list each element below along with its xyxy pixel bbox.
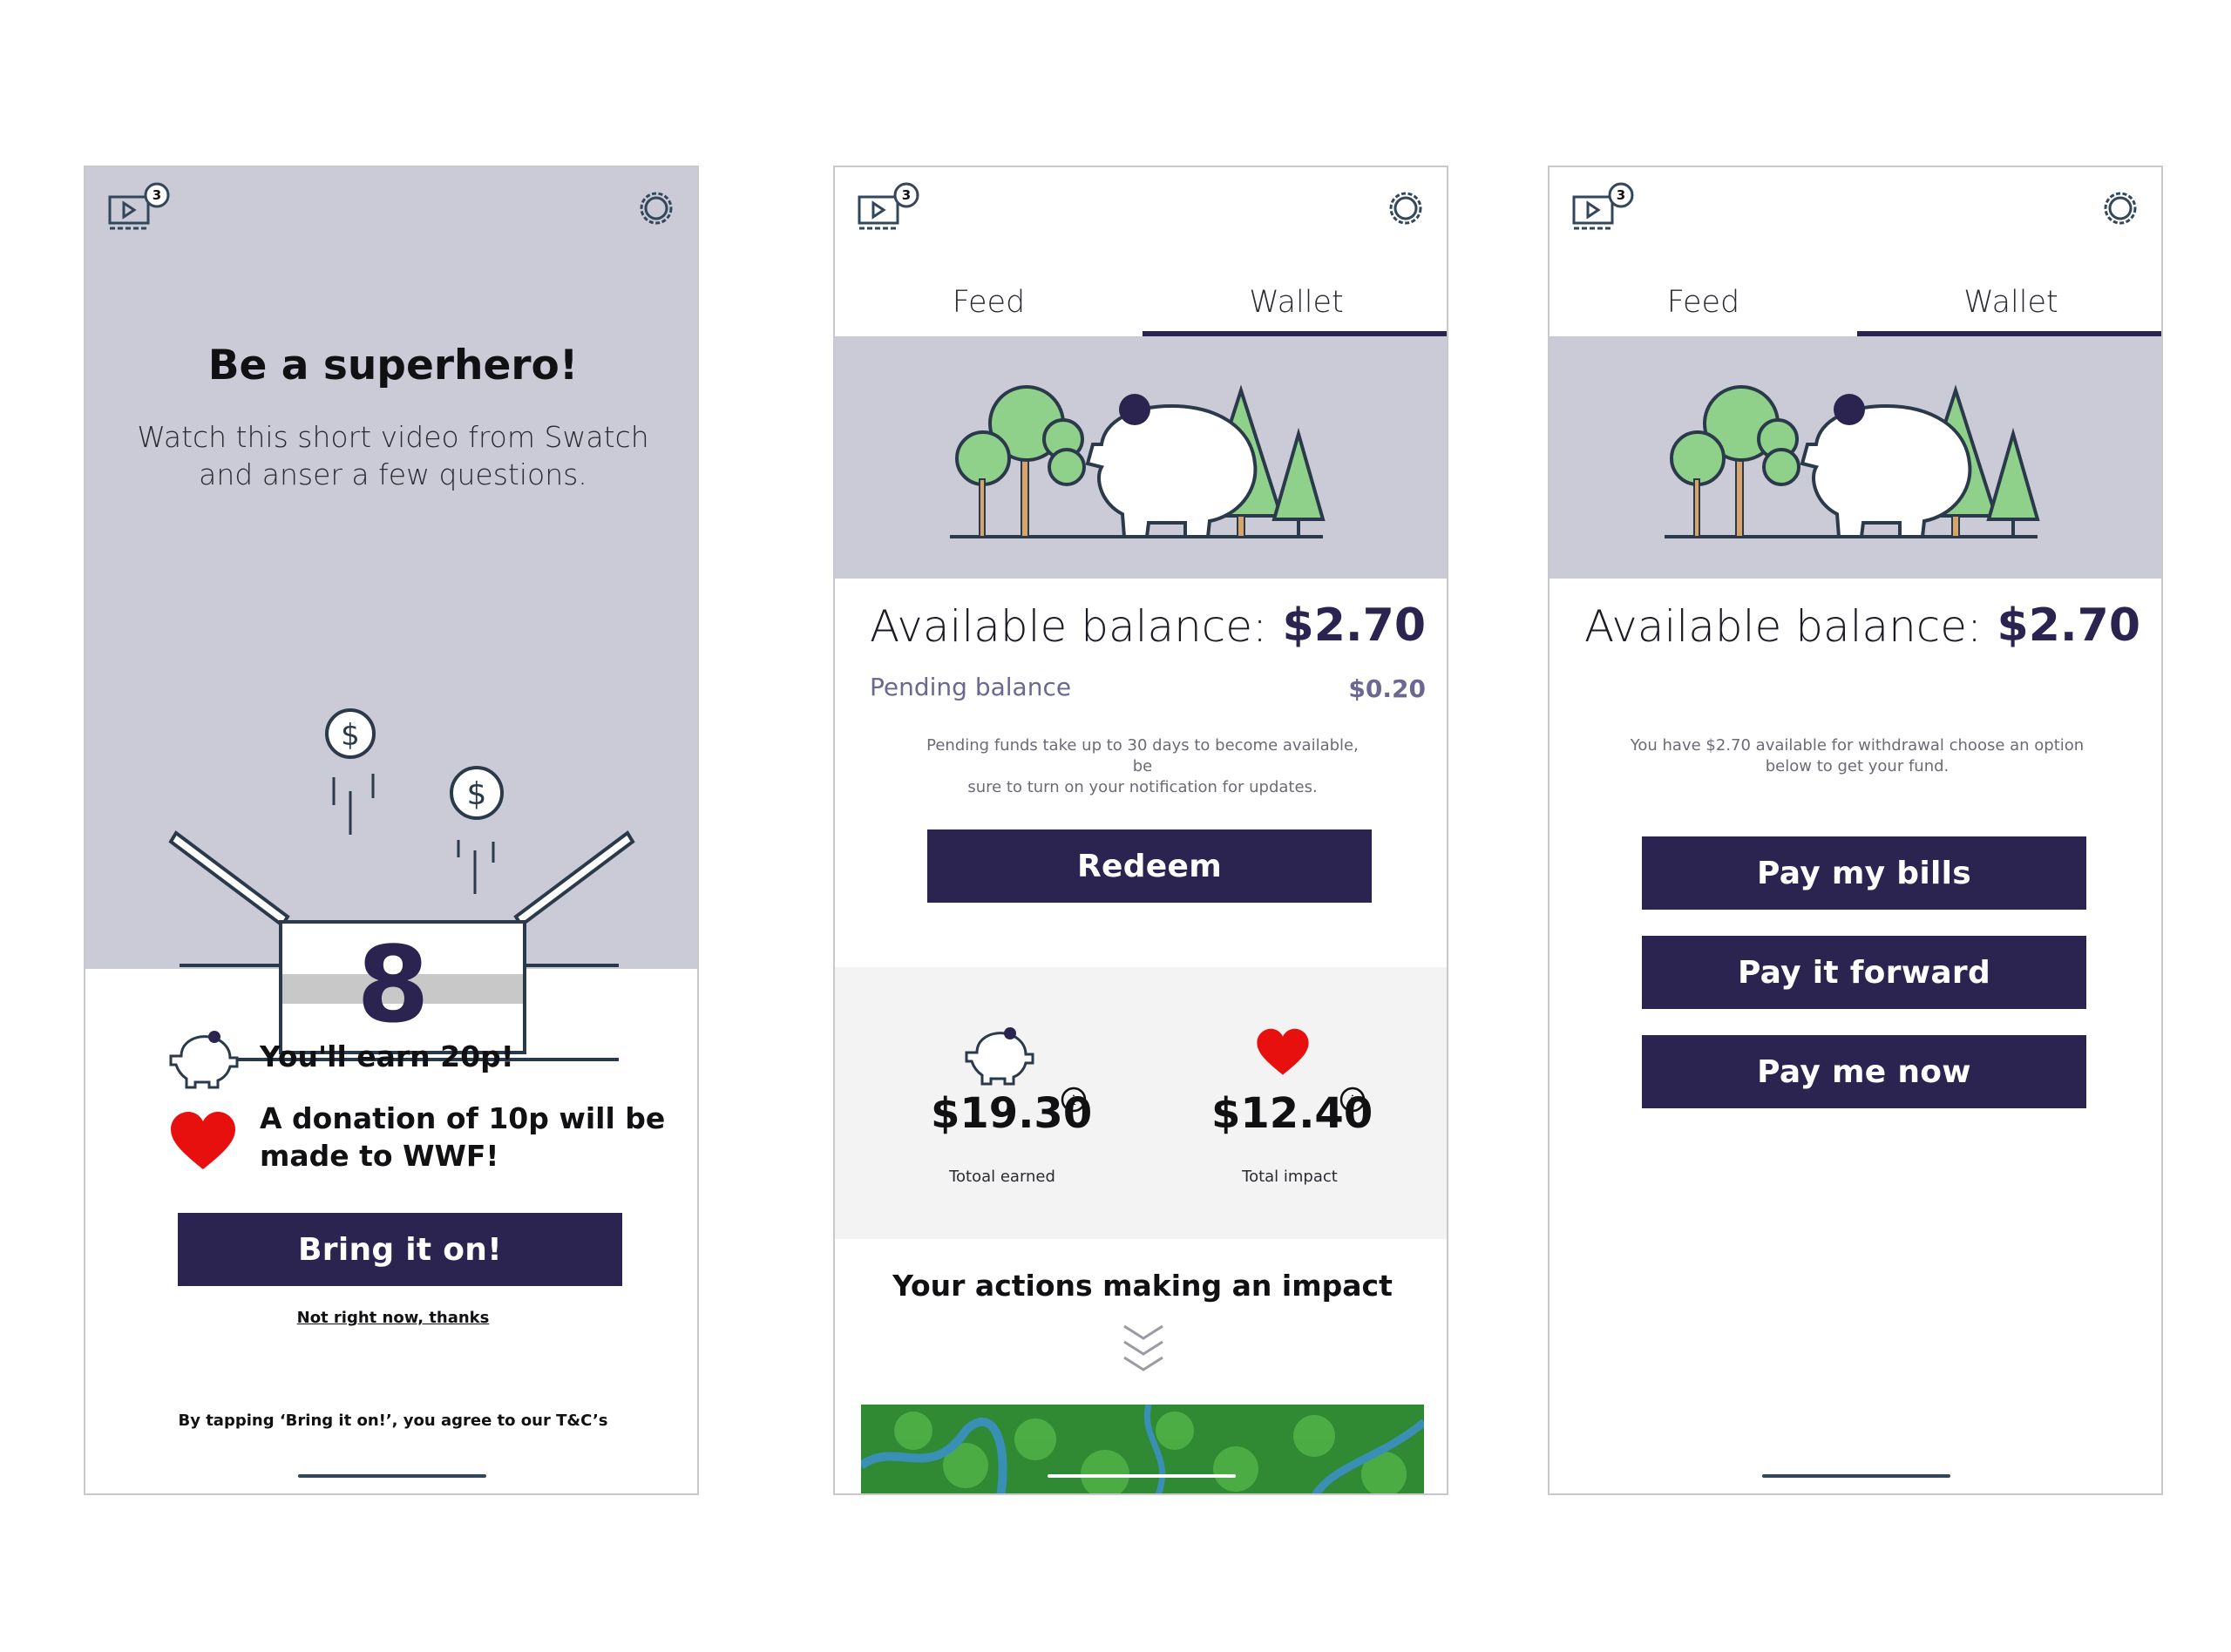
donation-line: A donation of 10p will be (260, 1101, 666, 1135)
gear-icon[interactable] (1386, 188, 1426, 232)
available-balance-value: $2.70 (1997, 599, 2140, 652)
earn-row: You'll earn 20p! (164, 1021, 514, 1091)
donation-text: A donation of 10p will be made to WWF! (260, 1100, 665, 1175)
wallet-banner (835, 336, 1447, 579)
tab-feed[interactable]: Feed (835, 270, 1143, 336)
dollar-coin-icon: $ (450, 766, 504, 820)
coin-box-illustration: $ $ (168, 708, 635, 967)
notification-count: 3 (1617, 187, 1625, 203)
notification-count: 3 (902, 187, 911, 203)
tab-wallet[interactable]: Wallet (1857, 270, 2161, 336)
heart-icon (171, 1112, 235, 1169)
video-notification-icon[interactable]: 3 (1572, 181, 1638, 235)
stats-panel: $19.30 i Totoal earned $12.40 i Total im… (835, 967, 1447, 1239)
impact-section-title: Your actions making an impact (892, 1269, 1393, 1303)
home-indicator[interactable] (1048, 1474, 1236, 1478)
pay-my-bills-button[interactable]: Pay my bills (1642, 836, 2086, 910)
svg-text:$: $ (467, 776, 487, 812)
notification-count: 3 (153, 187, 161, 203)
note-line: Pending funds take up to 30 days to beco… (926, 736, 1359, 775)
home-indicator[interactable] (1762, 1474, 1950, 1478)
wallet-pending-screen: 3 Feed Wallet Available balance: $2.70 P… (833, 166, 1448, 1495)
not-now-link[interactable]: Not right now, thanks (85, 1309, 697, 1327)
piggy-forest-illustration (1665, 384, 2040, 538)
piggy-bank-icon (965, 1027, 1034, 1086)
withdrawal-note: You have $2.70 available for withdrawal … (1619, 735, 2095, 777)
terms-text: By tapping ‘Bring it on!’, you agree to … (178, 1412, 608, 1430)
info-icon[interactable]: i (1060, 1086, 1088, 1114)
pending-balance-value: $0.20 (1348, 674, 1426, 703)
forest-aerial-photo (861, 1405, 1424, 1493)
note-line: below to get your fund. (1765, 757, 1950, 775)
svg-text:i: i (1071, 1092, 1075, 1108)
heart-icon (1257, 1028, 1309, 1075)
wallet-banner (1549, 336, 2161, 579)
svg-text:$: $ (341, 718, 360, 753)
page-title: Be a superhero! (207, 342, 579, 389)
tab-bar: Feed Wallet (1549, 270, 2161, 336)
pending-balance-label: Pending balance (870, 673, 1072, 701)
note-line: You have $2.70 available for withdrawal … (1630, 736, 2085, 755)
available-balance-value: $2.70 (1282, 599, 1426, 652)
redeem-button[interactable]: Redeem (927, 829, 1372, 903)
video-notification-icon[interactable]: 3 (858, 181, 924, 235)
tab-feed[interactable]: Feed (1549, 270, 1857, 336)
gear-icon[interactable] (2100, 188, 2140, 232)
piggy-bank-icon (169, 1031, 239, 1089)
earn-text: You'll earn 20p! (260, 1039, 514, 1073)
dollar-coin-icon: $ (325, 708, 376, 759)
subtitle-line: Watch this short video from Swatch (137, 420, 649, 454)
tab-wallet[interactable]: Wallet (1143, 270, 1447, 336)
available-balance-label: Available balance: (870, 601, 1267, 652)
donation-row: A donation of 10p will be made to WWF! (164, 1100, 665, 1176)
total-earned-label: Totoal earned (949, 1168, 1055, 1186)
piggy-forest-illustration (950, 384, 1326, 538)
pay-it-forward-button[interactable]: Pay it forward (1642, 936, 2086, 1009)
pay-me-now-button[interactable]: Pay me now (1642, 1035, 2086, 1108)
subtitle-line: and anser a few questions. (199, 457, 587, 491)
home-indicator[interactable] (298, 1474, 486, 1478)
available-balance-label: Available balance: (1584, 601, 1982, 652)
donation-line: made to WWF! (260, 1139, 499, 1173)
page-subtitle: Watch this short video from Swatch and a… (120, 418, 666, 493)
pending-note: Pending funds take up to 30 days to beco… (922, 735, 1363, 798)
wallet-withdraw-screen: 3 Feed Wallet Available balance: $2.70 Y… (1548, 166, 2163, 1495)
chevron-down-icon[interactable] (1121, 1319, 1166, 1377)
tab-bar: Feed Wallet (835, 270, 1447, 336)
note-line: sure to turn on your notification for up… (967, 778, 1318, 796)
bring-it-on-button[interactable]: Bring it on! (178, 1213, 622, 1286)
video-notification-icon[interactable]: 3 (108, 181, 174, 235)
info-icon[interactable]: i (1339, 1086, 1366, 1114)
superhero-offer-screen: 3 Be a superhero! Watch this short video… (84, 166, 699, 1495)
svg-text:i: i (1350, 1092, 1354, 1108)
total-impact-label: Total impact (1242, 1168, 1338, 1186)
gear-icon[interactable] (636, 188, 676, 232)
